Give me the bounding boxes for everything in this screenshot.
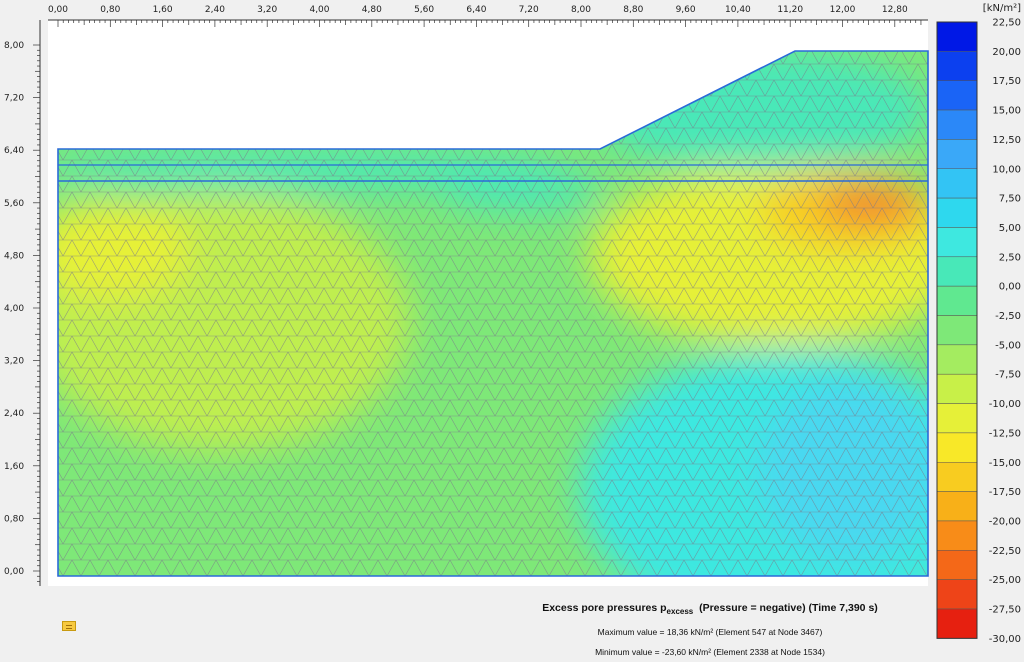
y-tick-label: 7,20 bbox=[4, 94, 24, 104]
legend-swatch bbox=[936, 21, 978, 52]
legend-swatch bbox=[936, 109, 978, 140]
legend-label: -20,00 bbox=[989, 516, 1021, 527]
y-tick-label: 4,00 bbox=[4, 304, 24, 314]
legend-label: 10,00 bbox=[992, 164, 1021, 175]
legend-label: -22,50 bbox=[989, 546, 1021, 557]
legend-label: -15,00 bbox=[989, 458, 1021, 469]
y-tick-label: 6,40 bbox=[4, 146, 24, 156]
legend-swatch bbox=[936, 168, 978, 199]
legend-label: -12,50 bbox=[989, 428, 1021, 439]
legend-label: 15,00 bbox=[992, 106, 1021, 117]
legend-swatch bbox=[936, 315, 978, 346]
min-value: Minimum value = -23,60 kN/m² (Element 23… bbox=[595, 647, 825, 658]
legend-swatch bbox=[936, 462, 978, 492]
y-tick-label: 0,00 bbox=[4, 567, 24, 577]
legend-swatch bbox=[936, 197, 978, 228]
x-tick-label: 7,20 bbox=[519, 5, 539, 15]
legend-label: 12,50 bbox=[992, 135, 1021, 146]
y-tick-label: 8,00 bbox=[4, 41, 24, 51]
legend-swatch bbox=[936, 579, 978, 610]
y-tick-label: 4,80 bbox=[4, 251, 24, 261]
y-tick-label: 5,60 bbox=[4, 199, 24, 209]
x-tick-label: 0,00 bbox=[48, 5, 68, 15]
legend-swatch bbox=[936, 139, 978, 169]
legend-label: -7,50 bbox=[995, 370, 1021, 381]
result-caption: Excess pore pressures pexcess (Pressure … bbox=[480, 598, 940, 662]
legend-swatch bbox=[936, 344, 978, 375]
legend-label: -25,00 bbox=[989, 575, 1021, 586]
legend-label: -5,00 bbox=[995, 340, 1021, 351]
x-tick-label: 6,40 bbox=[466, 5, 486, 15]
x-tick-label: 9,60 bbox=[676, 5, 696, 15]
plot-canvas[interactable]: 0,00 0,80 1,60 2,40 3,20 4,00 4,80 5,60 6,40 7,20… bbox=[0, 0, 1024, 655]
legend-label: 5,00 bbox=[999, 223, 1021, 234]
y-tick-label: 3,20 bbox=[4, 357, 24, 367]
legend-swatch bbox=[936, 256, 978, 287]
legend-swatch bbox=[936, 51, 978, 81]
legend-label: 0,00 bbox=[999, 282, 1021, 293]
selection-icon[interactable] bbox=[62, 621, 76, 631]
y-tick-label: 2,40 bbox=[4, 409, 24, 419]
x-tick-label: 3,20 bbox=[257, 5, 277, 15]
legend-label: 22,50 bbox=[992, 18, 1021, 29]
x-tick-label: 0,80 bbox=[100, 5, 120, 15]
legend-swatch bbox=[936, 550, 978, 580]
max-value: Maximum value = 18,36 kN/m² (Element 547… bbox=[597, 627, 823, 638]
legend-swatch bbox=[936, 285, 978, 316]
x-tick-label: 5,60 bbox=[414, 5, 434, 15]
y-tick-label: 1,60 bbox=[4, 462, 24, 472]
legend-label: -10,00 bbox=[989, 399, 1021, 410]
x-tick-label: 8,00 bbox=[571, 5, 591, 15]
legend-swatch bbox=[936, 227, 978, 258]
x-tick-label: 4,00 bbox=[309, 5, 329, 15]
y-tick-label: 0,80 bbox=[4, 514, 24, 524]
x-tick-label: 12,00 bbox=[830, 5, 856, 15]
x-tick-label: 4,80 bbox=[362, 5, 382, 15]
legend-label: -17,50 bbox=[989, 487, 1021, 498]
legend-unit: [kN/m²] bbox=[983, 3, 1021, 14]
x-tick-label: 10,40 bbox=[725, 5, 751, 15]
legend-label: -30,00 bbox=[989, 634, 1021, 645]
legend-label: 20,00 bbox=[992, 47, 1021, 58]
x-tick-label: 11,20 bbox=[777, 5, 803, 15]
legend-swatch bbox=[936, 80, 978, 111]
legend-label: 7,50 bbox=[999, 194, 1021, 205]
legend-label: -27,50 bbox=[989, 605, 1021, 616]
legend-swatch bbox=[936, 608, 978, 639]
legend-swatch bbox=[936, 491, 978, 522]
x-tick-label: 12,80 bbox=[882, 5, 908, 15]
legend-swatch bbox=[936, 373, 978, 404]
legend-label: 17,50 bbox=[992, 76, 1021, 87]
x-tick-label: 2,40 bbox=[205, 5, 225, 15]
caption-title: Excess pore pressures pexcess (Pressure … bbox=[542, 602, 878, 617]
legend-label: -2,50 bbox=[995, 311, 1021, 322]
x-tick-label: 1,60 bbox=[153, 5, 173, 15]
legend-swatch bbox=[936, 432, 978, 463]
legend-swatch bbox=[936, 403, 978, 434]
legend-swatch bbox=[936, 520, 978, 551]
legend-label: 2,50 bbox=[999, 252, 1021, 263]
x-tick-label: 8,80 bbox=[623, 5, 643, 15]
color-legend: 22,50 20,00 17,50 15,00 12,50 10,00 7,50 5,00 2,… bbox=[936, 3, 1021, 645]
y-axis: 8,00 7,20 6,40 5,60 4,80 4,00 3,20 2,40 1,60 0,80… bbox=[4, 20, 41, 586]
